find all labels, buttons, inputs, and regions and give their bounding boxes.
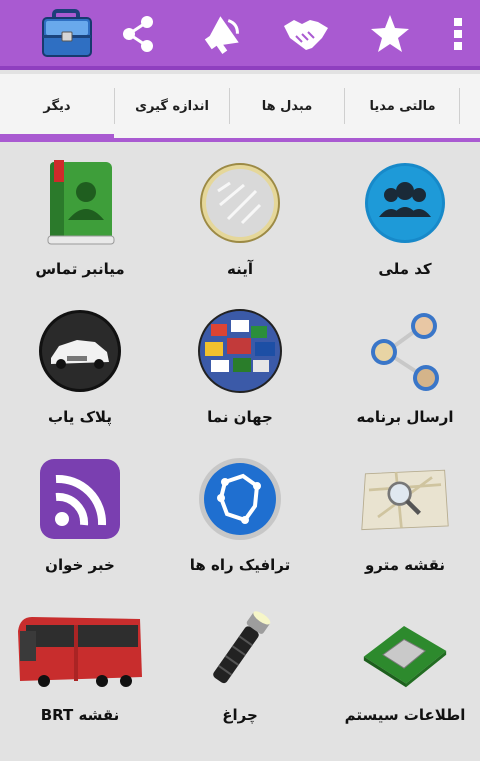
tab-label: مبدل ها	[261, 98, 313, 114]
tab-divider	[459, 88, 460, 124]
share-icon[interactable]	[109, 8, 169, 60]
tab-label: مالتی مدیا	[369, 98, 436, 114]
tab-divider	[114, 88, 115, 124]
grid-item-label: ترافیک راه ها	[189, 556, 291, 574]
grid-item-label: ارسال برنامه	[356, 408, 454, 426]
grid-item-world-clock[interactable]: جهان نما	[160, 298, 320, 448]
tab-other[interactable]: دیگر	[0, 74, 114, 142]
chip-icon	[360, 604, 450, 694]
grid-item-flashlight[interactable]: چراغ	[160, 596, 320, 746]
car-icon	[35, 306, 125, 396]
action-bar	[0, 0, 480, 70]
grid-item-label: نقشه BRT	[40, 706, 120, 724]
share-network-icon	[360, 306, 450, 396]
rss-icon	[35, 454, 125, 544]
tab-measurement[interactable]: اندازه گیری	[115, 74, 229, 138]
tab-bar: مالتی مدیا مبدل ها اندازه گیری دیگر	[0, 74, 480, 142]
grid-item-label: خبر خوان	[45, 556, 115, 574]
grid-item-metro-map[interactable]: نقشه مترو	[325, 446, 480, 596]
tab-label: اندازه گیری	[135, 98, 209, 114]
grid-item-national-code[interactable]: کد ملی	[325, 150, 480, 300]
traffic-map-icon	[195, 454, 285, 544]
grid-item-road-traffic[interactable]: ترافیک راه ها	[160, 446, 320, 596]
active-tab-indicator	[0, 134, 114, 142]
tab-divider	[229, 88, 230, 124]
tab-multimedia[interactable]: مالتی مدیا	[345, 74, 460, 138]
grid-item-news-reader[interactable]: خبر خوان	[0, 446, 160, 596]
bus-icon	[10, 604, 150, 694]
globe-flags-icon	[195, 306, 285, 396]
tab-converters[interactable]: مبدل ها	[230, 74, 344, 138]
star-icon[interactable]	[360, 8, 420, 60]
grid-item-contact-shortcut[interactable]: میانبر تماس	[0, 150, 160, 300]
grid-item-label: آینه	[227, 260, 253, 278]
grid-item-label: کد ملی	[378, 260, 432, 278]
grid-item-label: چراغ	[222, 706, 258, 724]
overflow-menu-icon[interactable]	[440, 8, 476, 60]
mirror-icon	[195, 158, 285, 248]
megaphone-icon[interactable]	[193, 8, 253, 60]
grid-item-label: اطلاعات سیستم	[344, 706, 466, 724]
grid-item-label: نقشه مترو	[364, 556, 446, 574]
grid-item-system-info[interactable]: اطلاعات سیستم	[325, 596, 480, 746]
flashlight-icon	[195, 604, 285, 694]
grid-item-label: میانبر تماس	[35, 260, 125, 278]
contact-book-icon	[35, 158, 125, 248]
grid-item-send-app[interactable]: ارسال برنامه	[325, 298, 480, 448]
tab-label: دیگر	[43, 98, 71, 114]
grid-item-label: پلاک یاب	[48, 408, 112, 426]
map-search-icon	[360, 454, 450, 544]
tab-divider	[344, 88, 345, 124]
grid-item-brt-map[interactable]: نقشه BRT	[0, 596, 160, 746]
handshake-icon[interactable]	[276, 8, 336, 60]
group-icon	[360, 158, 450, 248]
grid-item-label: جهان نما	[207, 408, 273, 426]
grid-item-plate-finder[interactable]: پلاک یاب	[0, 298, 160, 448]
toolbox-icon[interactable]	[37, 8, 97, 60]
grid-item-mirror[interactable]: آینه	[160, 150, 320, 300]
